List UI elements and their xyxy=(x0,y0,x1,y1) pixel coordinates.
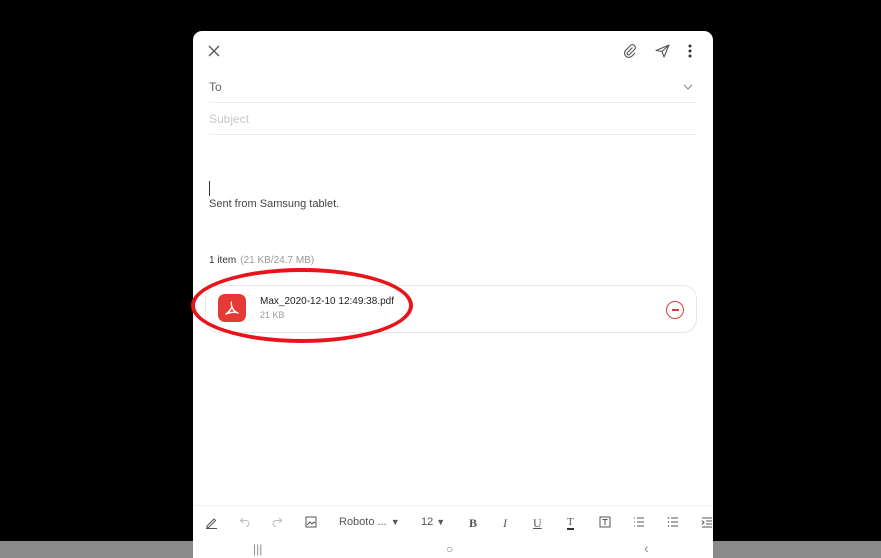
indent-icon[interactable] xyxy=(701,516,713,528)
home-button[interactable]: ○ xyxy=(446,542,453,556)
subject-placeholder: Subject xyxy=(209,112,250,126)
pen-icon[interactable] xyxy=(205,516,218,529)
more-vert-icon[interactable] xyxy=(683,41,697,61)
subject-field[interactable]: Subject xyxy=(209,104,697,135)
to-label: To xyxy=(209,80,222,94)
attachment-item[interactable]: Max_2020-12-10 12:49:38.pdf 21 KB xyxy=(205,285,697,333)
email-compose-window: To Subject Sent from Samsung tablet. 1 i… xyxy=(193,31,713,541)
text-color-button[interactable]: T xyxy=(567,516,574,530)
italic-button[interactable]: I xyxy=(503,516,507,531)
underline-button[interactable]: U xyxy=(533,516,542,531)
chevron-down-icon[interactable] xyxy=(683,80,693,94)
font-family-select[interactable]: Roboto ... ▼ xyxy=(339,516,400,528)
font-size-value: 12 xyxy=(421,516,434,528)
paperclip-icon[interactable] xyxy=(621,41,639,61)
text-cursor xyxy=(209,181,210,196)
pdf-file-icon xyxy=(218,294,246,322)
text-highlight-icon[interactable] xyxy=(599,516,611,528)
attachment-count: 1 item xyxy=(209,255,237,266)
font-size-select[interactable]: 12 ▼ xyxy=(421,516,445,528)
attachments-summary: 1 item (21 KB/24.7 MB) xyxy=(209,255,314,266)
to-field[interactable]: To xyxy=(209,72,697,103)
bullet-list-icon[interactable] xyxy=(667,516,679,528)
attachment-size-summary: (21 KB/24.7 MB) xyxy=(240,255,315,266)
back-button[interactable]: ‹ xyxy=(644,540,649,556)
send-icon[interactable] xyxy=(653,41,671,61)
dropdown-arrow-icon: ▼ xyxy=(390,517,400,527)
redo-icon[interactable] xyxy=(271,516,283,528)
remove-attachment-icon[interactable] xyxy=(666,301,684,319)
screen: To Subject Sent from Samsung tablet. 1 i… xyxy=(0,0,881,558)
undo-icon[interactable] xyxy=(239,516,251,528)
numbered-list-icon[interactable] xyxy=(633,516,645,528)
recents-button[interactable]: ||| xyxy=(253,542,262,556)
font-family-value: Roboto ... xyxy=(339,516,387,528)
attachment-name: Max_2020-12-10 12:49:38.pdf xyxy=(260,296,394,307)
navigation-bar-center: ||| ○ ‹ xyxy=(193,540,713,558)
bold-button[interactable]: B xyxy=(469,516,477,531)
image-icon[interactable] xyxy=(305,516,317,528)
close-icon[interactable] xyxy=(205,42,223,60)
formatting-toolbar: Roboto ... ▼ 12 ▼ B I U T xyxy=(193,505,713,541)
compose-header xyxy=(193,31,713,71)
message-body[interactable]: Sent from Samsung tablet. xyxy=(209,181,697,210)
dropdown-arrow-icon: ▼ xyxy=(436,517,446,527)
signature-text: Sent from Samsung tablet. xyxy=(209,198,340,210)
attachment-size: 21 KB xyxy=(260,310,285,320)
system-navigation-bar: ||| ○ ‹ xyxy=(0,540,881,558)
